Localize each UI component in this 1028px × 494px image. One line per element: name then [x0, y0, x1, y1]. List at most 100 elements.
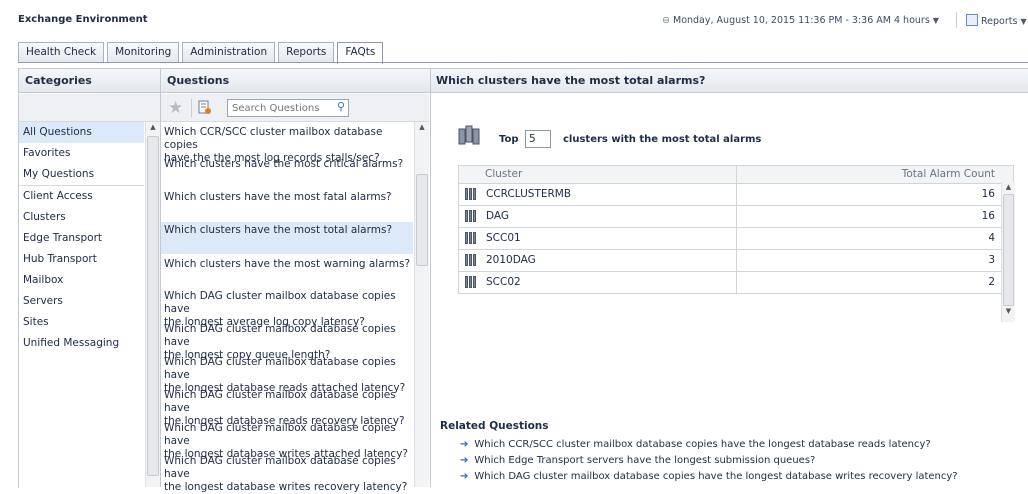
cluster-name: SCC02	[486, 276, 521, 288]
reports-menu-button[interactable]: Reports ▼	[966, 14, 1027, 27]
question-text: Which clusters have the most critical al…	[164, 158, 404, 170]
scrollbar-thumb[interactable]	[416, 174, 428, 266]
question-text: Which DAG cluster mailbox database copie…	[164, 323, 396, 348]
related-question-link[interactable]: ➔ Which Edge Transport servers have the l…	[460, 455, 815, 466]
category-client-access[interactable]: Client Access	[19, 185, 144, 207]
question-item[interactable]: Which DAG cluster mailbox database copie…	[161, 290, 413, 328]
scrollbar-thumb[interactable]	[147, 136, 159, 476]
arrow-right-icon: ➔	[460, 455, 469, 466]
category-edge-transport[interactable]: Edge Transport	[19, 228, 144, 249]
question-item[interactable]: Which DAG cluster mailbox database copie…	[161, 356, 413, 394]
scroll-up-arrow[interactable]: ▲	[1002, 182, 1015, 192]
question-item[interactable]: Which clusters have the most fatal alarm…	[161, 191, 413, 219]
categories-list: All Questions Favorites My Questions Cli…	[19, 122, 144, 354]
reports-label: Reports	[981, 16, 1018, 27]
tab-health-check[interactable]: Health Check	[18, 42, 105, 62]
tab-underline	[18, 62, 1028, 63]
cluster-icon	[465, 188, 477, 200]
header-divider	[956, 12, 957, 28]
related-question-text: Which Edge Transport servers have the lo…	[474, 455, 816, 466]
questions-header: Questions	[161, 69, 430, 93]
scroll-up-arrow[interactable]: ▲	[415, 122, 429, 132]
column-divider	[736, 184, 737, 205]
app-title: Exchange Environment	[18, 14, 148, 25]
category-clusters[interactable]: Clusters	[19, 207, 144, 228]
time-range-selector[interactable]: ⊖ Monday, August 10, 2015 11:36 PM - 3:3…	[662, 15, 939, 26]
time-range-text: Monday, August 10, 2015 11:36 PM - 3:36 …	[673, 15, 930, 26]
question-text: Which DAG cluster mailbox database copie…	[164, 356, 396, 381]
cluster-name: CCRCLUSTERMB	[486, 188, 572, 200]
category-sites[interactable]: Sites	[19, 312, 144, 333]
question-text: Which DAG cluster mailbox database copie…	[164, 389, 396, 414]
related-question-link[interactable]: ➔ Which CCR/SCC cluster mailbox database …	[460, 439, 931, 450]
cluster-icon	[465, 232, 477, 244]
scroll-down-arrow[interactable]: ▼	[1002, 306, 1015, 316]
question-text: Which CCR/SCC cluster mailbox database c…	[164, 126, 383, 151]
arrow-right-icon: ➔	[460, 471, 469, 482]
cluster-icon	[458, 125, 480, 145]
categories-header: Categories	[19, 69, 160, 93]
cluster-name: 2010DAG	[486, 254, 536, 266]
scroll-up-arrow[interactable]: ▲	[146, 122, 160, 132]
question-item[interactable]: Which clusters have the most warning ala…	[161, 258, 413, 286]
question-text: Which DAG cluster mailbox database copie…	[164, 422, 396, 447]
tab-bar: Health Check Monitoring Administration R…	[18, 42, 386, 64]
search-questions-box[interactable]: ⚲	[227, 99, 349, 117]
question-item[interactable]: Which DAG cluster mailbox database copie…	[161, 323, 413, 361]
tab-administration[interactable]: Administration	[182, 42, 276, 62]
column-divider	[736, 228, 737, 249]
question-item[interactable]: Which DAG cluster mailbox database copie…	[161, 389, 413, 427]
star-icon[interactable]: ★	[168, 98, 183, 118]
tab-monitoring[interactable]: Monitoring	[107, 42, 180, 62]
cluster-name: SCC01	[486, 232, 521, 244]
top-count-input[interactable]	[525, 130, 551, 148]
alarm-count: 4	[988, 232, 995, 244]
table-row[interactable]: 2010DAG 3	[459, 250, 1013, 272]
category-my-questions[interactable]: My Questions	[19, 164, 144, 185]
category-unified-messaging[interactable]: Unified Messaging	[19, 333, 144, 354]
question-text: Which clusters have the most warning ala…	[164, 258, 411, 270]
scrollbar-thumb[interactable]	[1003, 194, 1014, 306]
question-item[interactable]: Which DAG cluster mailbox database copie…	[161, 455, 413, 493]
question-item[interactable]: Which DAG cluster mailbox database copie…	[161, 422, 413, 460]
alarm-count: 2	[988, 276, 995, 288]
table-header: Cluster Total Alarm Count	[459, 166, 1013, 184]
category-servers[interactable]: Servers	[19, 291, 144, 312]
question-text: the longest database writes recovery lat…	[164, 481, 408, 493]
question-item[interactable]: Which clusters have the most critical al…	[161, 158, 413, 186]
tab-reports[interactable]: Reports	[278, 42, 335, 62]
toolbar-divider	[191, 99, 192, 117]
question-text: Which clusters have the most total alarm…	[164, 224, 393, 236]
category-all-questions[interactable]: All Questions	[19, 122, 144, 143]
categories-scrollbar[interactable]: ▲	[145, 122, 160, 487]
tab-faqts[interactable]: FAQts	[337, 42, 384, 64]
questions-scrollbar[interactable]: ▲	[414, 122, 429, 487]
column-divider	[736, 166, 737, 183]
alarm-count: 16	[981, 210, 995, 222]
category-mailbox[interactable]: Mailbox	[19, 270, 144, 291]
table-row[interactable]: SCC01 4	[459, 228, 1013, 250]
results-table: Cluster Total Alarm Count CCRCLUSTERMB 1…	[458, 165, 1014, 294]
question-item-selected[interactable]: Which clusters have the most total alarm…	[161, 222, 413, 254]
column-header-cluster[interactable]: Cluster	[485, 166, 522, 183]
top-label: Top	[499, 134, 519, 145]
related-question-text: Which CCR/SCC cluster mailbox database c…	[474, 439, 931, 450]
table-row[interactable]: CCRCLUSTERMB 16	[459, 184, 1013, 206]
search-icon[interactable]: ⚲	[337, 100, 345, 113]
column-divider	[736, 250, 737, 271]
search-questions-input[interactable]	[228, 100, 332, 116]
column-divider	[736, 206, 737, 227]
question-item[interactable]: Which CCR/SCC cluster mailbox database c…	[161, 126, 413, 164]
table-scrollbar[interactable]: ▲ ▼	[1001, 182, 1015, 322]
table-row[interactable]: DAG 16	[459, 206, 1013, 228]
category-favorites[interactable]: Favorites	[19, 143, 144, 164]
alarm-count: 3	[988, 254, 995, 266]
arrow-right-icon: ➔	[460, 439, 469, 450]
add-question-icon[interactable]	[198, 100, 211, 115]
related-question-link[interactable]: ➔ Which DAG cluster mailbox database copi…	[460, 471, 958, 482]
category-hub-transport[interactable]: Hub Transport	[19, 249, 144, 270]
chevron-down-icon: ▼	[932, 16, 939, 25]
column-header-total-alarm-count[interactable]: Total Alarm Count	[902, 166, 995, 183]
table-row[interactable]: SCC02 2	[459, 272, 1013, 293]
question-text: Which clusters have the most fatal alarm…	[164, 191, 392, 203]
